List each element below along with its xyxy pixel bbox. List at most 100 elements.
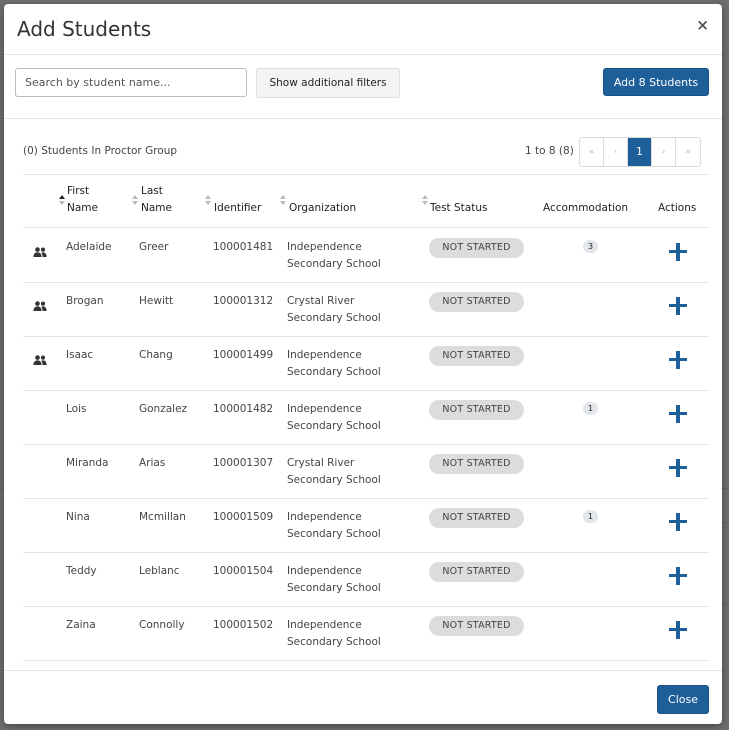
cell-identifier: 100001504 bbox=[213, 565, 274, 577]
status-badge: NOT STARTED bbox=[429, 454, 524, 474]
add-students-modal: Add Students × Show additional filters A… bbox=[4, 4, 722, 724]
status-badge: NOT STARTED bbox=[429, 346, 524, 366]
proctor-group-count: (0) Students In Proctor Group bbox=[23, 145, 178, 157]
cell-first-name: Isaac bbox=[66, 349, 94, 361]
cell-first-name: Adelaide bbox=[66, 241, 112, 253]
plus-icon[interactable] bbox=[668, 512, 688, 532]
column-header-identifier[interactable]: Identifier bbox=[214, 200, 261, 217]
cell-first-name: Teddy bbox=[66, 565, 97, 577]
cell-last-name: Mcmillan bbox=[139, 511, 186, 523]
status-badge: NOT STARTED bbox=[429, 508, 524, 528]
accommodation-count-badge[interactable]: 3 bbox=[583, 240, 598, 253]
modal-toolbar: Show additional filters Add 8 Students bbox=[4, 54, 722, 119]
cell-organization: Independence Secondary School bbox=[287, 617, 381, 651]
cell-identifier: 100001481 bbox=[213, 241, 274, 253]
cell-last-name: Hewitt bbox=[139, 295, 174, 307]
table-top-divider bbox=[23, 174, 709, 175]
cell-last-name: Leblanc bbox=[139, 565, 180, 577]
cell-organization: Independence Secondary School bbox=[287, 563, 381, 597]
column-header-first-name-line1: First bbox=[67, 185, 90, 197]
cell-organization-line1: Independence bbox=[287, 403, 362, 415]
cell-organization: Crystal River Secondary School bbox=[287, 455, 381, 489]
column-header-first-name[interactable]: First Name bbox=[67, 183, 98, 217]
table-row: Brogan Hewitt 100001312 Crystal River Second… bbox=[23, 282, 709, 337]
table-row: Teddy Leblanc 100001504 Independence Seconda… bbox=[23, 552, 709, 607]
plus-icon[interactable] bbox=[668, 458, 688, 478]
cell-organization-line2: Secondary School bbox=[287, 420, 381, 432]
table-row: Zaina Connolly 100001502 Independence Second… bbox=[23, 606, 709, 661]
cell-organization-line1: Independence bbox=[287, 349, 362, 361]
plus-icon[interactable] bbox=[668, 296, 688, 316]
modal-footer: Close bbox=[4, 670, 722, 724]
cell-organization-line1: Crystal River bbox=[287, 295, 355, 307]
cell-identifier: 100001307 bbox=[213, 457, 274, 469]
plus-icon[interactable] bbox=[668, 404, 688, 424]
cell-organization-line2: Secondary School bbox=[287, 312, 381, 324]
pagination-page-1[interactable]: 1 bbox=[628, 138, 652, 166]
cell-first-name: Zaina bbox=[66, 619, 96, 631]
cell-organization-line2: Secondary School bbox=[287, 528, 381, 540]
cell-organization: Independence Secondary School bbox=[287, 239, 381, 273]
cell-first-name: Miranda bbox=[66, 457, 109, 469]
cell-first-name: Brogan bbox=[66, 295, 104, 307]
cell-organization-line2: Secondary School bbox=[287, 636, 381, 648]
student-search-input[interactable] bbox=[15, 68, 247, 97]
status-badge: NOT STARTED bbox=[429, 562, 524, 582]
cell-organization-line2: Secondary School bbox=[287, 258, 381, 270]
cell-organization-line2: Secondary School bbox=[287, 474, 381, 486]
status-badge: NOT STARTED bbox=[429, 292, 524, 312]
table-row: Nina Mcmillan 100001509 Independence Seconda… bbox=[23, 498, 709, 553]
column-header-first-name-line2: Name bbox=[67, 202, 98, 214]
column-header-last-name[interactable]: Last Name bbox=[141, 183, 172, 217]
cell-organization: Independence Secondary School bbox=[287, 347, 381, 381]
cell-identifier: 100001499 bbox=[213, 349, 274, 361]
status-badge: NOT STARTED bbox=[429, 400, 524, 420]
cell-organization-line1: Independence bbox=[287, 619, 362, 631]
status-badge: NOT STARTED bbox=[429, 238, 524, 258]
plus-icon[interactable] bbox=[668, 242, 688, 262]
column-header-last-name-line1: Last bbox=[141, 185, 163, 197]
cell-organization-line1: Independence bbox=[287, 511, 362, 523]
cell-first-name: Nina bbox=[66, 511, 90, 523]
cell-organization-line1: Independence bbox=[287, 241, 362, 253]
pagination-first-button[interactable]: « bbox=[580, 138, 604, 166]
column-header-test-status[interactable]: Test Status bbox=[430, 200, 487, 217]
cell-organization-line2: Secondary School bbox=[287, 582, 381, 594]
accommodation-count-badge[interactable]: 1 bbox=[583, 402, 598, 415]
cell-last-name: Gonzalez bbox=[139, 403, 188, 415]
cell-organization-line1: Crystal River bbox=[287, 457, 355, 469]
table-row: Isaac Chang 100001499 Independence Secondary… bbox=[23, 336, 709, 391]
add-students-button[interactable]: Add 8 Students bbox=[603, 68, 709, 96]
cell-last-name: Chang bbox=[139, 349, 173, 361]
group-icon bbox=[33, 296, 47, 311]
group-icon bbox=[33, 350, 47, 365]
plus-icon[interactable] bbox=[668, 350, 688, 370]
column-header-organization[interactable]: Organization bbox=[289, 200, 356, 217]
show-additional-filters-button[interactable]: Show additional filters bbox=[256, 68, 400, 98]
cell-first-name: Lois bbox=[66, 403, 87, 415]
pagination-prev-button[interactable]: ‹ bbox=[604, 138, 628, 166]
close-button[interactable]: Close bbox=[657, 685, 709, 714]
cell-identifier: 100001482 bbox=[213, 403, 274, 415]
cell-identifier: 100001502 bbox=[213, 619, 274, 631]
cell-last-name: Arias bbox=[139, 457, 166, 469]
column-header-last-name-line2: Name bbox=[141, 202, 172, 214]
plus-icon[interactable] bbox=[668, 566, 688, 586]
cell-organization-line1: Independence bbox=[287, 565, 362, 577]
close-icon[interactable]: × bbox=[696, 16, 709, 34]
cell-organization-line2: Secondary School bbox=[287, 366, 381, 378]
group-icon bbox=[33, 242, 47, 257]
column-header-actions: Actions bbox=[658, 202, 697, 214]
modal-title: Add Students bbox=[17, 17, 152, 41]
column-header-accommodation: Accommodation bbox=[543, 202, 629, 214]
accommodation-count-badge[interactable]: 1 bbox=[583, 510, 598, 523]
plus-icon[interactable] bbox=[668, 620, 688, 640]
pagination: « ‹ 1 › » bbox=[579, 137, 701, 167]
cell-last-name: Greer bbox=[139, 241, 169, 253]
cell-identifier: 100001509 bbox=[213, 511, 274, 523]
cell-organization: Crystal River Secondary School bbox=[287, 293, 381, 327]
pagination-next-button[interactable]: › bbox=[652, 138, 676, 166]
pagination-range: 1 to 8 (8) bbox=[525, 145, 574, 157]
status-badge: NOT STARTED bbox=[429, 616, 524, 636]
pagination-last-button[interactable]: » bbox=[676, 138, 700, 166]
